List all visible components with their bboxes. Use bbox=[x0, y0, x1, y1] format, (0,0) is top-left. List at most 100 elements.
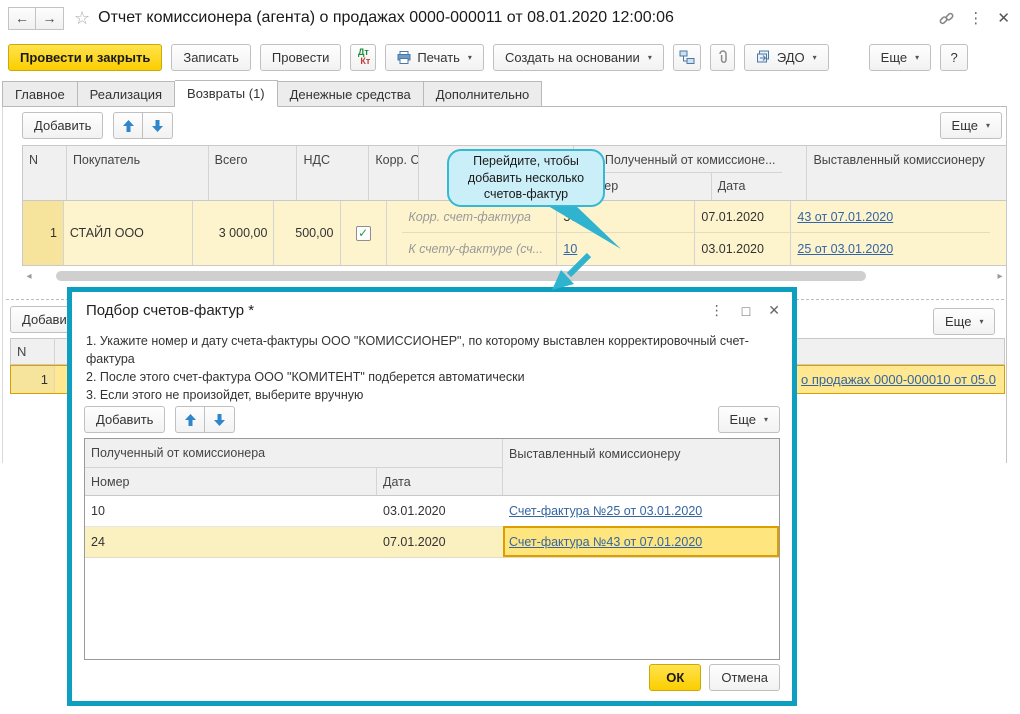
print-button[interactable]: Печать▾ bbox=[385, 44, 484, 71]
back-button[interactable]: ← bbox=[8, 7, 36, 30]
dialog-close-icon[interactable]: ✕ bbox=[768, 302, 780, 319]
col-corr[interactable]: Корр. СФ bbox=[369, 146, 419, 200]
add-button[interactable]: Добавить bbox=[22, 112, 103, 139]
dialog-menu-icon[interactable]: ⋮ bbox=[710, 302, 724, 319]
page-title: Отчет комиссионера (агента) о продажах 0… bbox=[98, 9, 674, 27]
dialog-col-received[interactable]: Полученный от комиссионера bbox=[85, 439, 503, 468]
col-issued[interactable]: Выставленный комиссионеру bbox=[807, 146, 1006, 200]
dialog-row1-date[interactable]: 03.01.2020 bbox=[377, 496, 503, 526]
dialog-row2-number[interactable]: 24 bbox=[85, 527, 377, 557]
dialog-more-button[interactable]: Еще▾ bbox=[718, 406, 780, 433]
cancel-button[interactable]: Отмена bbox=[709, 664, 780, 691]
forward-button[interactable]: → bbox=[36, 7, 64, 30]
table-row[interactable]: 1 СТАЙЛ ООО 3 000,00 500,00 ✓ Корр. счет… bbox=[23, 201, 1006, 265]
row-vat[interactable]: 500,00 bbox=[274, 201, 340, 265]
ok-button[interactable]: ОК bbox=[649, 664, 701, 691]
caret-down-icon: ▾ bbox=[915, 53, 919, 62]
dialog-row2-selected-cell[interactable]: Счет-фактура №43 от 07.01.2020 bbox=[503, 526, 779, 557]
instruction-line: 2. После этого счет-фактура ООО "КОМИТЕН… bbox=[86, 368, 758, 386]
col-number[interactable]: Номер bbox=[574, 173, 712, 200]
dialog-instructions: 1. Укажите номер и дату счета-фактуры ОО… bbox=[86, 332, 758, 404]
lower-col-n[interactable]: N bbox=[11, 339, 55, 364]
subrow2-number-cell: 10 bbox=[557, 233, 695, 265]
dialog-maximize-icon[interactable]: □ bbox=[742, 303, 750, 319]
col-buyer[interactable]: Покупатель bbox=[67, 146, 209, 200]
dialog-col-issued-spacer bbox=[503, 468, 779, 495]
dialog-col-issued[interactable]: Выставленный комиссионеру bbox=[503, 439, 779, 468]
col-invoice-kind[interactable] bbox=[419, 146, 574, 200]
dtkt-button[interactable]: ДтКт bbox=[350, 44, 376, 71]
scrollbar-thumb[interactable] bbox=[56, 271, 866, 281]
link-icon[interactable] bbox=[939, 11, 954, 26]
dialog-row1-number[interactable]: 10 bbox=[85, 496, 377, 526]
dialog-col-number[interactable]: Номер bbox=[85, 468, 377, 495]
post-and-close-button[interactable]: Провести и закрыть bbox=[8, 44, 162, 71]
move-up-button[interactable] bbox=[113, 112, 143, 139]
corr-checkbox[interactable]: ✓ bbox=[356, 226, 371, 241]
invoice-link[interactable]: Счет-фактура №25 от 03.01.2020 bbox=[509, 504, 702, 518]
dialog-table: Полученный от комиссионера Выставленный … bbox=[84, 438, 780, 660]
title-bar: ← → ☆ Отчет комиссионера (агента) о прод… bbox=[0, 0, 1020, 36]
caret-down-icon: ▾ bbox=[813, 53, 817, 62]
returns-table-header: N Покупатель Всего НДС Корр. СФ Полученн… bbox=[23, 146, 1006, 201]
issued-invoice-link[interactable]: 43 от 07.01.2020 bbox=[797, 210, 893, 224]
help-button[interactable]: ? bbox=[940, 44, 968, 71]
scroll-right-icon[interactable]: ▸ bbox=[993, 271, 1007, 282]
related-documents-button[interactable] bbox=[673, 44, 701, 71]
row-buyer[interactable]: СТАЙЛ ООО bbox=[64, 201, 193, 265]
dialog-col-date[interactable]: Дата bbox=[377, 468, 503, 495]
tab-realizatsiya[interactable]: Реализация bbox=[78, 81, 175, 107]
dtkt-icon: ДтКт bbox=[356, 48, 370, 66]
tab-denezhnye-sredstva[interactable]: Денежные средства bbox=[278, 81, 424, 107]
caret-down-icon: ▾ bbox=[986, 121, 990, 130]
row-corr-cell[interactable]: ✓ bbox=[341, 201, 387, 265]
row-total[interactable]: 3 000,00 bbox=[193, 201, 274, 265]
dialog-move-up-button[interactable] bbox=[175, 406, 205, 433]
create-on-basis-button[interactable]: Создать на основании▾ bbox=[493, 44, 664, 71]
invoice-link-selected[interactable]: Счет-фактура №43 от 07.01.2020 bbox=[509, 535, 702, 549]
move-down-button[interactable] bbox=[143, 112, 173, 139]
instruction-line: 1. Укажите номер и дату счета-фактуры ОО… bbox=[86, 332, 758, 368]
more-button-toolbar[interactable]: Еще▾ bbox=[869, 44, 931, 71]
subrow2-date[interactable]: 03.01.2020 bbox=[695, 233, 791, 265]
col-total[interactable]: Всего bbox=[209, 146, 298, 200]
subrow1-date[interactable]: 07.01.2020 bbox=[695, 201, 791, 232]
dialog-add-button[interactable]: Добавить bbox=[84, 406, 165, 433]
paperclip-icon bbox=[716, 50, 729, 65]
tab-vozvraty[interactable]: Возвраты (1) bbox=[175, 80, 278, 107]
returns-table: N Покупатель Всего НДС Корр. СФ Полученн… bbox=[22, 145, 1007, 266]
favorite-star-icon[interactable]: ☆ bbox=[74, 8, 90, 29]
printer-icon bbox=[397, 51, 411, 64]
subrow1-number[interactable]: 37 bbox=[557, 201, 695, 232]
issued-invoice-link[interactable]: 25 от 03.01.2020 bbox=[797, 242, 893, 256]
tab-dopolnitelno[interactable]: Дополнительно bbox=[424, 81, 543, 107]
window-menu-icon[interactable]: ⋮ bbox=[968, 9, 983, 27]
received-number-link[interactable]: 10 bbox=[563, 242, 577, 256]
caret-down-icon: ▾ bbox=[648, 53, 652, 62]
write-button[interactable]: Записать bbox=[171, 44, 251, 71]
invoice-selection-dialog: Подбор счетов-фактур * ⋮ □ ✕ 1. Укажите … bbox=[67, 287, 797, 706]
col-n[interactable]: N bbox=[23, 146, 67, 200]
tab-glavnoe[interactable]: Главное bbox=[2, 81, 78, 107]
scroll-left-icon[interactable]: ◂ bbox=[22, 271, 36, 282]
more-button-returns[interactable]: Еще▾ bbox=[940, 112, 1002, 139]
dialog-row2-date[interactable]: 07.01.2020 bbox=[377, 527, 503, 557]
col-date[interactable]: Дата bbox=[712, 173, 807, 200]
subrow-corr-invoice[interactable]: Корр. счет-фактура 37 07.01.2020 43 от 0… bbox=[402, 201, 990, 233]
horizontal-scrollbar[interactable]: ◂ ▸ bbox=[22, 269, 1007, 283]
window-close-icon[interactable]: ✕ bbox=[997, 9, 1010, 27]
col-received-group[interactable]: Полученный от комиссионе... Номер Дата bbox=[574, 146, 807, 200]
col-vat[interactable]: НДС bbox=[297, 146, 369, 200]
attachments-button[interactable] bbox=[710, 44, 735, 71]
subrow-to-invoice[interactable]: К счету-фактуре (сч... 10 03.01.2020 25 … bbox=[402, 233, 990, 265]
arrow-down-icon bbox=[214, 414, 225, 426]
dialog-toolbar: Добавить Еще▾ bbox=[84, 406, 780, 433]
dialog-move-down-button[interactable] bbox=[205, 406, 235, 433]
returns-toolbar: Добавить bbox=[22, 112, 173, 139]
post-button[interactable]: Провести bbox=[260, 44, 342, 71]
lower-row-report-link[interactable]: о продажах 0000-000010 от 05.0 bbox=[801, 366, 996, 393]
more-button-lower[interactable]: Еще▾ bbox=[933, 308, 995, 335]
dialog-row[interactable]: 10 03.01.2020 Счет-фактура №25 от 03.01.… bbox=[85, 496, 779, 527]
dialog-row-selected[interactable]: 24 07.01.2020 Счет-фактура №43 от 07.01.… bbox=[85, 527, 779, 558]
edo-button[interactable]: ЭДО▾ bbox=[744, 44, 829, 71]
